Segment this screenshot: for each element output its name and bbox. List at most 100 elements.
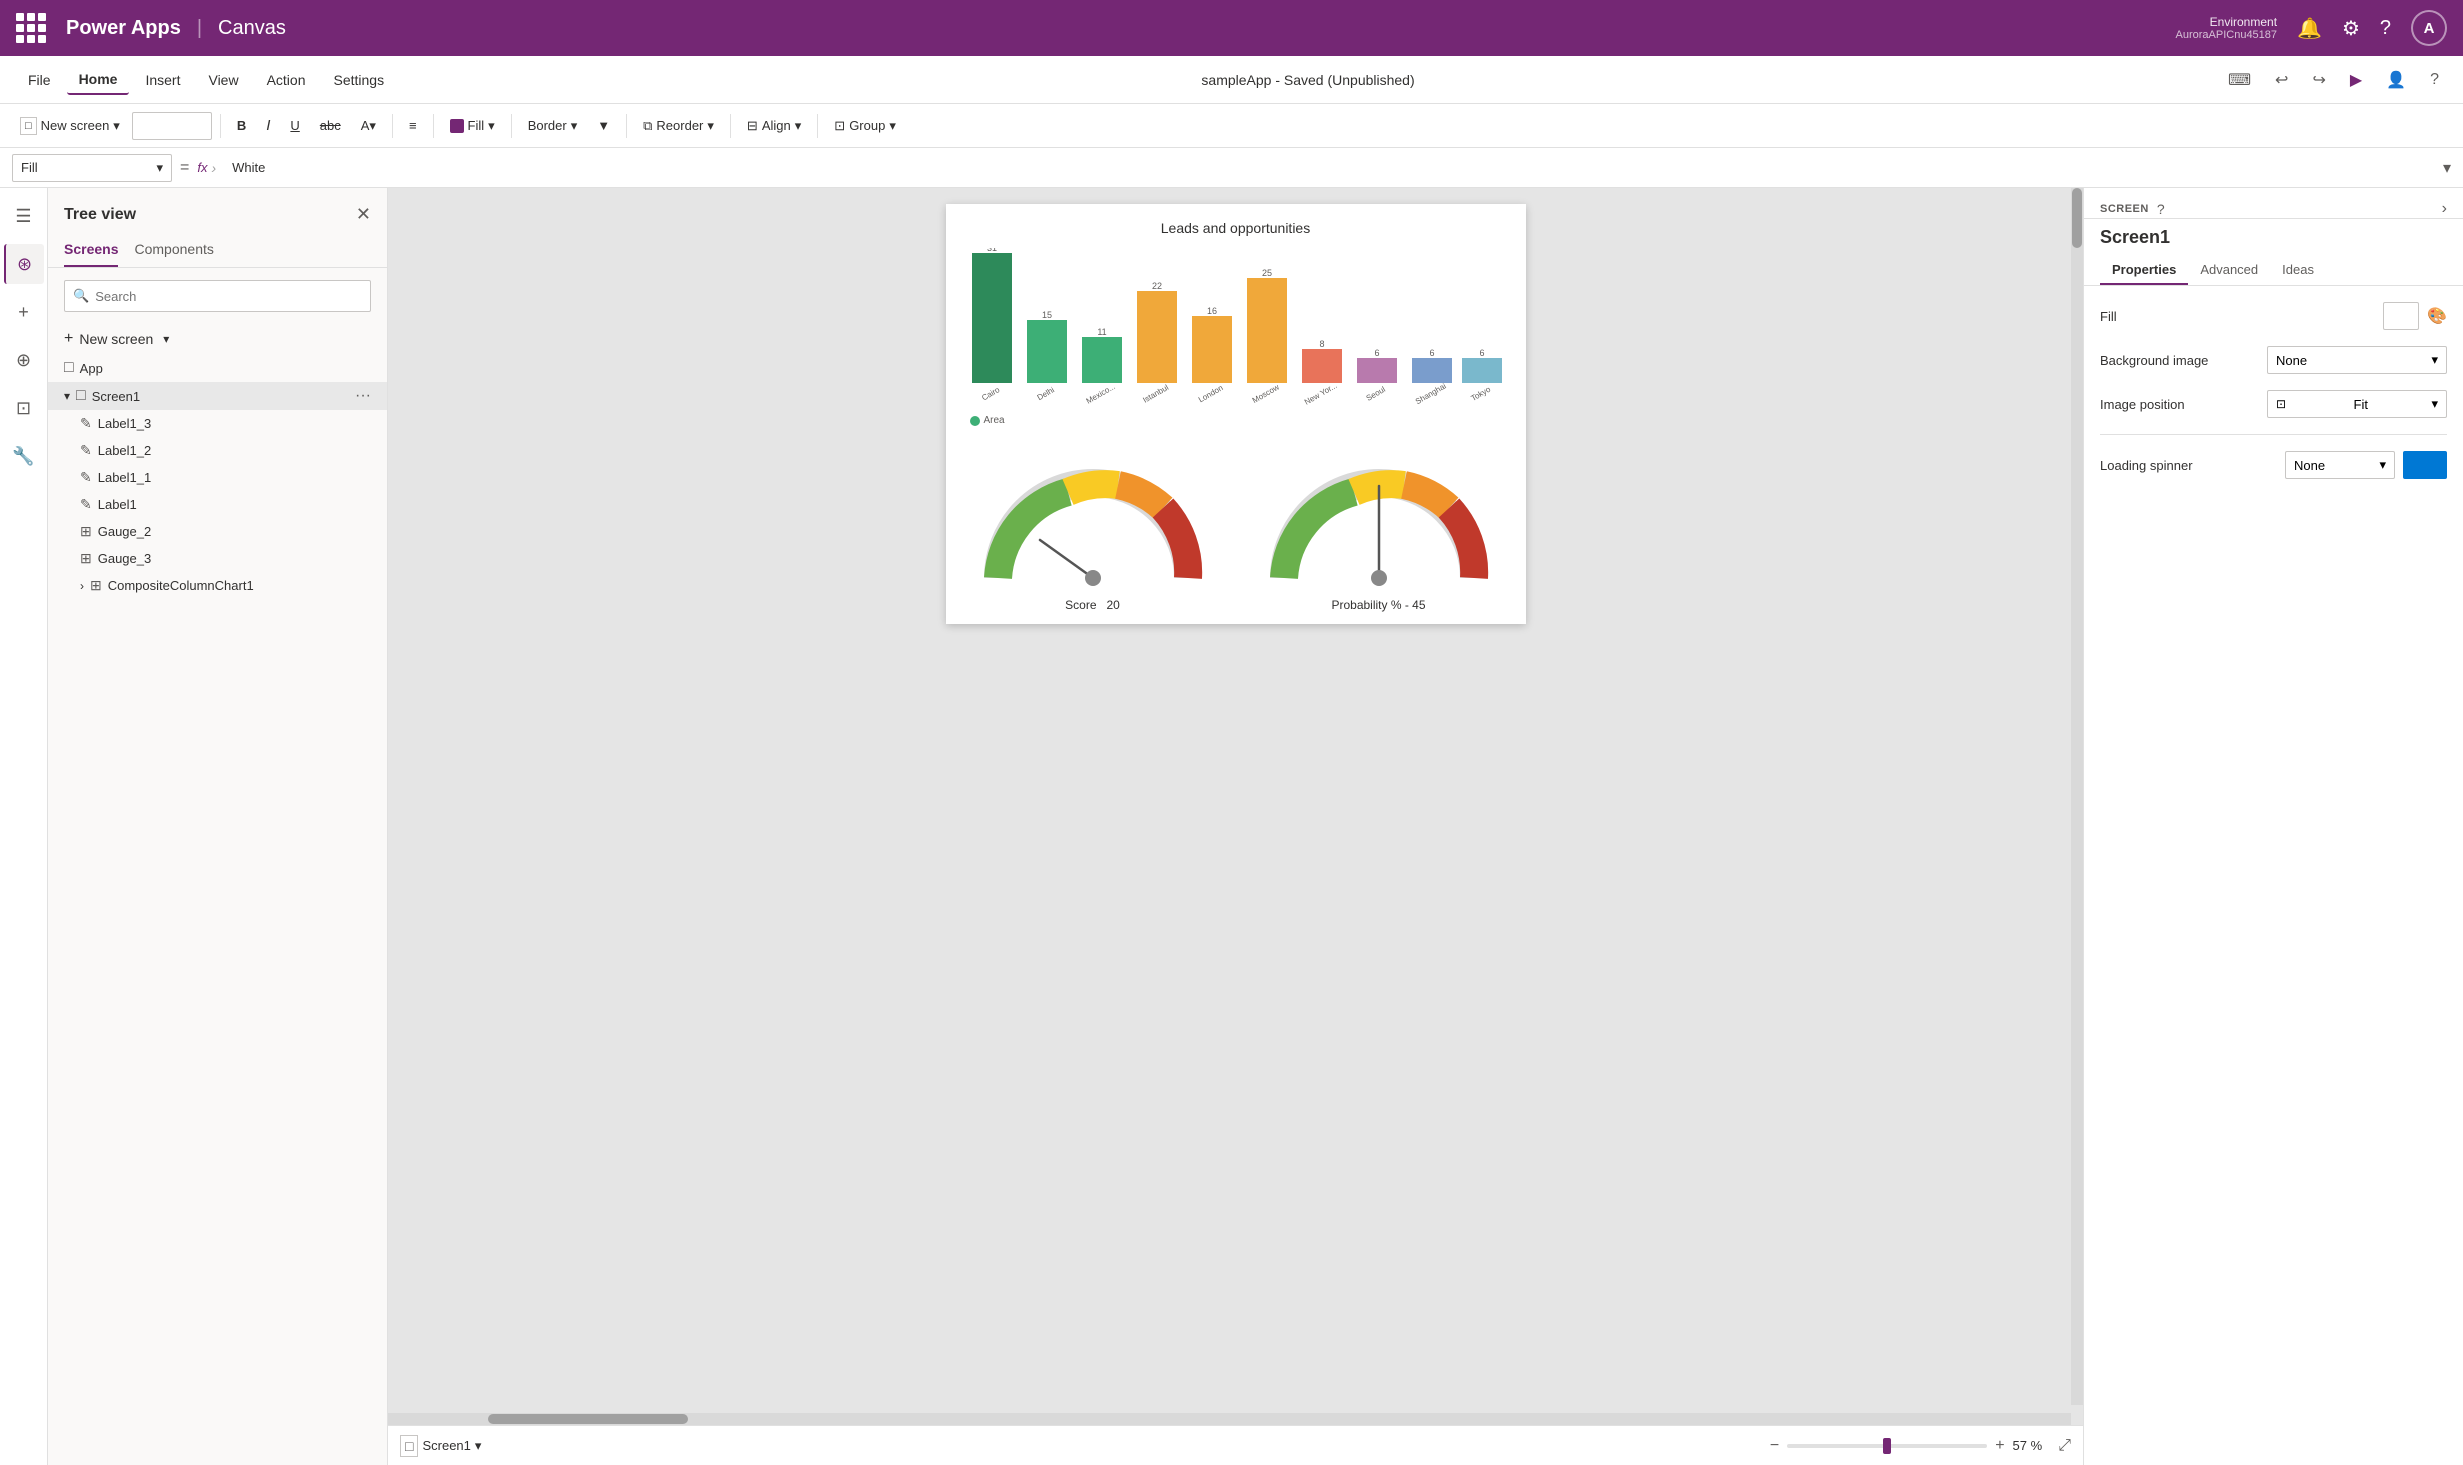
- strikethrough-btn[interactable]: abc: [312, 114, 349, 137]
- canvas-frame[interactable]: Leads and opportunities 31 15 11 22 16: [946, 204, 1526, 624]
- tab-properties[interactable]: Properties: [2100, 256, 2188, 285]
- layers-btn[interactable]: ⊛: [4, 244, 44, 284]
- image-position-dropdown[interactable]: ⊡ Fit ▾: [2267, 390, 2447, 418]
- tree-item-label1[interactable]: ✎ Label1: [48, 491, 387, 518]
- fill-swatch[interactable]: [2383, 302, 2419, 330]
- tree-item-label1-2[interactable]: ✎ Label1_2: [48, 437, 387, 464]
- new-screen-label: New screen: [79, 331, 153, 347]
- bell-icon[interactable]: 🔔: [2297, 16, 2322, 41]
- chevron-down-btn[interactable]: ▼: [589, 114, 618, 137]
- gauge3-icon: ⊞: [80, 550, 92, 567]
- panel-expand-icon[interactable]: ›: [2442, 200, 2447, 218]
- tree-item-gauge2[interactable]: ⊞ Gauge_2: [48, 518, 387, 545]
- group-btn[interactable]: ⊡ Group ▾: [826, 114, 904, 138]
- bg-image-dropdown[interactable]: None ▾: [2267, 346, 2447, 374]
- tab-advanced[interactable]: Advanced: [2188, 256, 2270, 285]
- user-avatar[interactable]: A: [2411, 10, 2447, 46]
- reorder-icon: ⧉: [643, 118, 652, 134]
- formula-expand-icon[interactable]: ▾: [2443, 158, 2451, 178]
- image-position-value: Fit: [2354, 397, 2368, 412]
- zoom-slider[interactable]: [1787, 1444, 1987, 1448]
- treeview-tabs: Screens Components: [48, 233, 387, 268]
- fill-paint-icon[interactable]: 🎨: [2427, 306, 2447, 326]
- fill-btn[interactable]: Fill ▾: [442, 114, 503, 138]
- scrollbar-horizontal[interactable]: [388, 1413, 2071, 1425]
- svg-text:6: 6: [1479, 348, 1484, 358]
- tree-item-screen1[interactable]: ▾ □ Screen1 ···: [48, 382, 387, 410]
- formula-input[interactable]: [224, 154, 2435, 182]
- add-btn[interactable]: +: [4, 292, 44, 332]
- tools-btn[interactable]: 🔧: [4, 436, 44, 476]
- sep4: [511, 114, 512, 138]
- undo-btn[interactable]: ↩: [2267, 64, 2296, 96]
- tab-components[interactable]: Components: [134, 233, 213, 267]
- align-btn[interactable]: ≡: [401, 114, 425, 137]
- underline-btn[interactable]: U: [282, 114, 307, 137]
- hamburger-btn[interactable]: ☰: [4, 196, 44, 236]
- fullscreen-btn[interactable]: ⤢: [2058, 1437, 2071, 1455]
- font-color-btn[interactable]: A▾: [353, 114, 384, 138]
- tree-item-composite[interactable]: › ⊞ CompositeColumnChart1: [48, 572, 387, 599]
- scrollbar-h-thumb: [488, 1414, 688, 1424]
- panel-help-icon[interactable]: ?: [2157, 201, 2165, 217]
- loading-spinner-dropdown[interactable]: None ▾: [2285, 451, 2395, 479]
- media-btn[interactable]: ⊡: [4, 388, 44, 428]
- zoom-plus[interactable]: +: [1995, 1437, 2004, 1455]
- help-btn[interactable]: ?: [2422, 65, 2447, 95]
- tab-ideas[interactable]: Ideas: [2270, 256, 2326, 285]
- menu-view[interactable]: View: [196, 66, 250, 94]
- italic-btn[interactable]: I: [258, 113, 278, 138]
- menu-file[interactable]: File: [16, 66, 63, 94]
- tree-item-gauge3[interactable]: ⊞ Gauge_3: [48, 545, 387, 572]
- data-btn[interactable]: ⊕: [4, 340, 44, 380]
- app-status: sampleApp - Saved (Unpublished): [1201, 72, 1414, 88]
- tab-screens[interactable]: Screens: [64, 233, 118, 267]
- user-btn[interactable]: 👤: [2378, 64, 2414, 96]
- menu-action[interactable]: Action: [255, 66, 318, 94]
- gauge2-label: Gauge_2: [98, 524, 152, 539]
- new-screen-btn[interactable]: □ New screen ▾: [12, 113, 128, 139]
- spinner-value: None: [2294, 458, 2325, 473]
- menu-home[interactable]: Home: [67, 65, 130, 95]
- new-screen-row[interactable]: + New screen ▾: [48, 324, 387, 354]
- app-grid-icon[interactable]: [16, 13, 46, 43]
- right-panel: SCREEN ? › Screen1 Properties Advanced I…: [2083, 188, 2463, 1465]
- border-btn[interactable]: Border ▾: [520, 114, 586, 138]
- gauge1-svg: [978, 458, 1208, 598]
- treeview-panel: Tree view ✕ Screens Components 🔍 + New s…: [48, 188, 388, 1465]
- play-btn[interactable]: ▶: [2342, 64, 2370, 96]
- redo-btn[interactable]: ↪: [2304, 64, 2333, 96]
- menu-insert[interactable]: Insert: [133, 66, 192, 94]
- gear-icon[interactable]: ⚙: [2342, 16, 2360, 41]
- composite-label: CompositeColumnChart1: [108, 578, 254, 593]
- svg-text:Moscow: Moscow: [1250, 382, 1280, 405]
- tree-item-label1-3[interactable]: ✎ Label1_3: [48, 410, 387, 437]
- align-layout-btn[interactable]: ⊟ Align ▾: [739, 114, 809, 138]
- codev-icon[interactable]: ⌨: [2220, 64, 2259, 96]
- screen1-more[interactable]: ···: [355, 387, 371, 405]
- canvas-scroll[interactable]: Leads and opportunities 31 15 11 22 16: [388, 188, 2083, 1425]
- chart-container: Leads and opportunities 31 15 11 22 16: [946, 204, 1526, 446]
- spinner-color-btn[interactable]: [2403, 451, 2447, 479]
- legend-label: Area: [984, 415, 1005, 426]
- search-input[interactable]: [95, 289, 362, 304]
- tree-item-app[interactable]: □ App: [48, 354, 387, 382]
- zoom-minus[interactable]: −: [1770, 1437, 1779, 1455]
- bold-btn[interactable]: B: [229, 114, 254, 137]
- new-screen-label: New screen: [41, 118, 110, 133]
- tree-item-label1-1[interactable]: ✎ Label1_1: [48, 464, 387, 491]
- right-panel-body: Fill 🎨 Background image None ▾ Image pos…: [2084, 286, 2463, 495]
- scrollbar-vertical[interactable]: [2071, 188, 2083, 1405]
- formula-property[interactable]: Fill ▾: [12, 154, 172, 182]
- reorder-btn[interactable]: ⧉ Reorder ▾: [635, 114, 722, 138]
- fill-chevron: ▾: [488, 118, 495, 134]
- treeview-close-btn[interactable]: ✕: [356, 204, 371, 225]
- svg-text:Tokyo: Tokyo: [1469, 384, 1492, 403]
- style-box[interactable]: [132, 112, 212, 140]
- env-label: Environment: [2176, 15, 2278, 29]
- menu-settings[interactable]: Settings: [322, 66, 397, 94]
- canvas-bottom-bar: □ Screen1 ▾ − + 57 % ⤢: [388, 1425, 2083, 1465]
- search-box[interactable]: 🔍: [64, 280, 371, 312]
- help-icon[interactable]: ?: [2380, 17, 2391, 40]
- align-icon: ⊟: [747, 118, 758, 134]
